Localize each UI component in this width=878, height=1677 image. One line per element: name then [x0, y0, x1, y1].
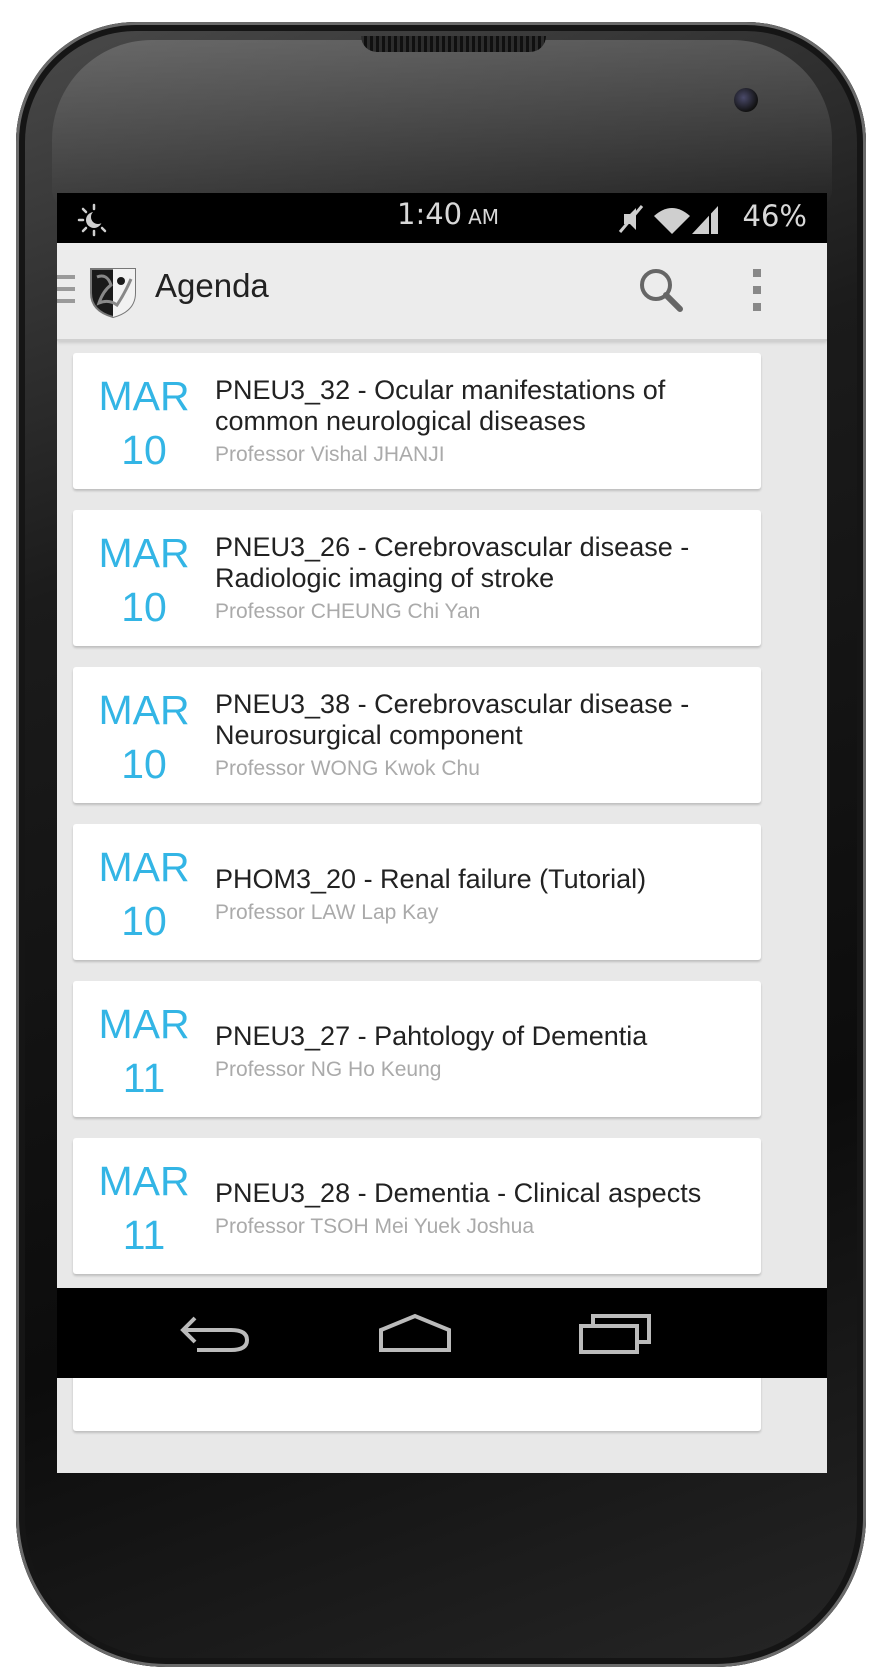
agenda-month: MAR: [98, 1001, 190, 1047]
agenda-title: PNEU3_32 - Ocular manifestations of comm…: [215, 375, 666, 436]
agenda-day: 10: [121, 584, 167, 630]
phone-gloss: [52, 40, 832, 210]
page-title: Agenda: [155, 267, 269, 304]
agenda-date: MAR 10: [73, 530, 215, 630]
agenda-info: PNEU3_27 - Pahtology of Dementia Profess…: [215, 1021, 745, 1082]
wifi-icon: [654, 208, 690, 234]
agenda-title: PNEU3_26 - Cerebrovascular disease - Rad…: [215, 532, 690, 593]
agenda-presenter: Professor CHEUNG Chi Yan: [215, 600, 481, 623]
agenda-date: MAR 10: [73, 844, 215, 944]
back-icon[interactable]: [177, 1310, 257, 1356]
agenda-title: PNEU3_27 - Pahtology of Dementia: [215, 1021, 648, 1051]
agenda-presenter: Professor LAW Lap Kay: [215, 901, 439, 924]
agenda-info: PNEU3_32 - Ocular manifestations of comm…: [215, 375, 745, 467]
signal-icon: [692, 206, 718, 234]
search-icon[interactable]: [632, 261, 690, 319]
nav-bar: [57, 1288, 827, 1378]
overflow-menu-icon[interactable]: [742, 261, 772, 319]
agenda-month: MAR: [98, 687, 190, 733]
agenda-item[interactable]: MAR 10 PHOM3_20 - Renal failure (Tutoria…: [73, 824, 761, 960]
agenda-month: MAR: [98, 1158, 190, 1204]
recent-apps-icon[interactable]: [575, 1310, 655, 1356]
agenda-day: 10: [121, 898, 167, 944]
earpiece-speaker: [361, 36, 546, 52]
agenda-date: MAR 11: [73, 1001, 215, 1101]
agenda-info: PNEU3_28 - Dementia - Clinical aspects P…: [215, 1178, 745, 1239]
agenda-date: MAR 10: [73, 373, 215, 473]
agenda-presenter: Professor NG Ho Keung: [215, 1058, 442, 1081]
agenda-item[interactable]: MAR 10 PNEU3_38 - Cerebrovascular diseas…: [73, 667, 761, 803]
agenda-date: MAR 10: [73, 687, 215, 787]
agenda-presenter: Professor TSOH Mei Yuek Joshua: [215, 1215, 535, 1238]
agenda-item[interactable]: MAR 11 PNEU3_27 - Pahtology of Dementia …: [73, 981, 761, 1117]
battery-percent: 46%: [742, 199, 807, 233]
agenda-item[interactable]: MAR 10 PNEU3_32 - Ocular manifestations …: [73, 353, 761, 489]
weather-icon: [77, 203, 107, 237]
time-value: 1:40: [397, 197, 463, 231]
agenda-month: MAR: [98, 844, 190, 890]
agenda-presenter: Professor WONG Kwok Chu: [215, 757, 480, 780]
home-icon[interactable]: [375, 1310, 455, 1356]
drawer-icon[interactable]: [57, 273, 75, 305]
agenda-presenter: Professor Vishal JHANJI: [215, 443, 445, 466]
app-logo-icon[interactable]: [87, 263, 139, 319]
agenda-item[interactable]: MAR 11 PNEU3_28 - Dementia - Clinical as…: [73, 1138, 761, 1274]
agenda-day: 11: [122, 1212, 166, 1258]
status-bar: 1:40 AM 46%: [57, 193, 827, 243]
status-time: 1:40 AM: [397, 197, 499, 231]
agenda-date: MAR 11: [73, 1158, 215, 1258]
agenda-info: PNEU3_38 - Cerebrovascular disease - Neu…: [215, 689, 745, 781]
agenda-title: PNEU3_28 - Dementia - Clinical aspects: [215, 1178, 702, 1208]
screen: 1:40 AM 46% Agenda MAR 10 PNEU3_32 - Ocu…: [57, 193, 827, 1473]
front-camera: [734, 88, 758, 112]
agenda-item[interactable]: MAR 10 PNEU3_26 - Cerebrovascular diseas…: [73, 510, 761, 646]
agenda-month: MAR: [98, 373, 190, 419]
agenda-title: PNEU3_38 - Cerebrovascular disease - Neu…: [215, 689, 690, 750]
agenda-info: PHOM3_20 - Renal failure (Tutorial) Prof…: [215, 864, 745, 925]
agenda-info: PNEU3_26 - Cerebrovascular disease - Rad…: [215, 532, 745, 624]
agenda-day: 10: [121, 427, 167, 473]
agenda-day: 10: [121, 741, 167, 787]
agenda-month: MAR: [98, 530, 190, 576]
time-suffix: AM: [468, 205, 500, 229]
agenda-title: PHOM3_20 - Renal failure (Tutorial): [215, 864, 647, 894]
action-bar: Agenda: [57, 243, 827, 341]
agenda-day: 11: [122, 1055, 166, 1101]
mute-icon: [618, 205, 644, 233]
